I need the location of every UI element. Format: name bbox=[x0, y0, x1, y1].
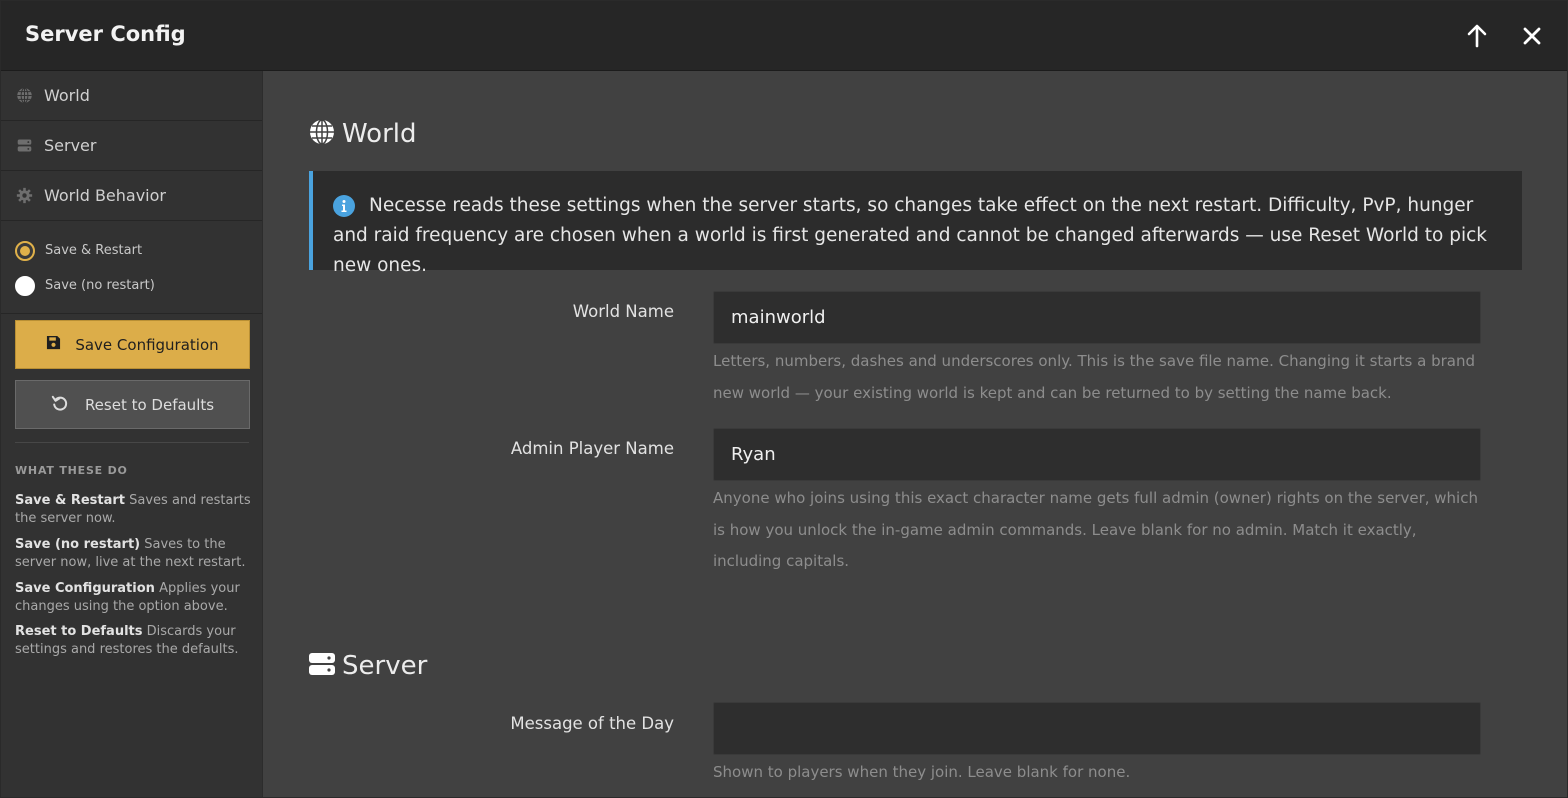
info-text: Necesse reads these settings when the se… bbox=[333, 195, 1487, 276]
help-heading: WHAT THESE DO bbox=[15, 464, 128, 477]
admin-player-name-input[interactable] bbox=[713, 428, 1481, 481]
sidebar-divider bbox=[15, 442, 249, 443]
section-title: World bbox=[342, 119, 417, 149]
main-content[interactable]: World Necesse reads these settings when … bbox=[264, 71, 1567, 797]
help-term: Save & Restart bbox=[15, 493, 125, 508]
message-of-the-day-input[interactable] bbox=[713, 702, 1481, 755]
save-configuration-button[interactable]: Save Configuration bbox=[15, 320, 250, 369]
sidebar-item-label: Server bbox=[44, 136, 97, 155]
arrow-up-icon bbox=[1462, 24, 1492, 55]
message-of-the-day-label: Message of the Day bbox=[510, 714, 674, 733]
gear-icon bbox=[15, 187, 33, 205]
globe-icon bbox=[309, 119, 335, 149]
help-item-save-no-restart: Save (no restart) Saves to the server no… bbox=[15, 536, 251, 572]
close-button[interactable] bbox=[1517, 21, 1547, 51]
radio-save-no-restart[interactable]: Save (no restart) bbox=[1, 268, 262, 303]
sidebar-item-world-behavior[interactable]: World Behavior bbox=[1, 171, 262, 221]
admin-player-name-help: Anyone who joins using this exact charac… bbox=[713, 489, 1478, 570]
server-icon bbox=[309, 651, 335, 681]
radio-label: Save (no restart) bbox=[45, 278, 155, 293]
sidebar-item-server[interactable]: Server bbox=[1, 121, 262, 171]
help-item-save-restart: Save & Restart Saves and restarts the se… bbox=[15, 492, 251, 528]
server-config-window: Server Config World Server World Behavio… bbox=[0, 0, 1568, 798]
radio-label: Save & Restart bbox=[45, 243, 143, 258]
undo-icon bbox=[51, 394, 69, 416]
sidebar-item-label: World Behavior bbox=[44, 186, 166, 205]
info-callout: Necesse reads these settings when the se… bbox=[309, 171, 1522, 276]
sidebar: World Server World Behavior Save & Resta… bbox=[1, 71, 263, 797]
section-header-world: World bbox=[309, 119, 417, 149]
admin-player-name-label: Admin Player Name bbox=[510, 439, 674, 458]
window-title: Server Config bbox=[25, 22, 186, 46]
scroll-top-button[interactable] bbox=[1462, 21, 1492, 51]
reset-button-label: Reset to Defaults bbox=[84, 395, 215, 414]
server-icon bbox=[15, 137, 33, 155]
radio-save-restart[interactable]: Save & Restart bbox=[1, 233, 262, 268]
world-name-input[interactable] bbox=[713, 291, 1481, 344]
floppy-disk-icon bbox=[46, 335, 61, 354]
save-button-label: Save Configuration bbox=[75, 335, 219, 354]
save-mode-radio-group: Save & Restart Save (no restart) bbox=[1, 221, 262, 314]
help-term: Save (no restart) bbox=[15, 537, 141, 552]
section-title: Server bbox=[342, 651, 428, 681]
globe-icon bbox=[15, 87, 33, 105]
close-icon bbox=[1517, 27, 1547, 55]
radio-unselected-indicator[interactable] bbox=[15, 275, 35, 296]
message-of-the-day-help: Shown to players when they join. Leave b… bbox=[713, 763, 1131, 781]
title-bar: Server Config bbox=[1, 1, 1567, 71]
help-term: Save Configuration bbox=[15, 581, 155, 596]
world-name-label: World Name bbox=[572, 302, 674, 321]
sidebar-item-world[interactable]: World bbox=[1, 71, 262, 121]
radio-selected-indicator[interactable] bbox=[15, 240, 35, 261]
help-item-save-configuration: Save Configuration Applies your changes … bbox=[15, 580, 251, 616]
section-header-server: Server bbox=[309, 651, 427, 681]
help-item-reset-defaults: Reset to Defaults Discards your settings… bbox=[15, 623, 251, 659]
reset-to-defaults-button[interactable]: Reset to Defaults bbox=[15, 380, 250, 429]
sidebar-item-label: World bbox=[44, 86, 90, 105]
world-name-help: Letters, numbers, dashes and underscores… bbox=[713, 352, 1475, 402]
help-term: Reset to Defaults bbox=[15, 624, 143, 639]
